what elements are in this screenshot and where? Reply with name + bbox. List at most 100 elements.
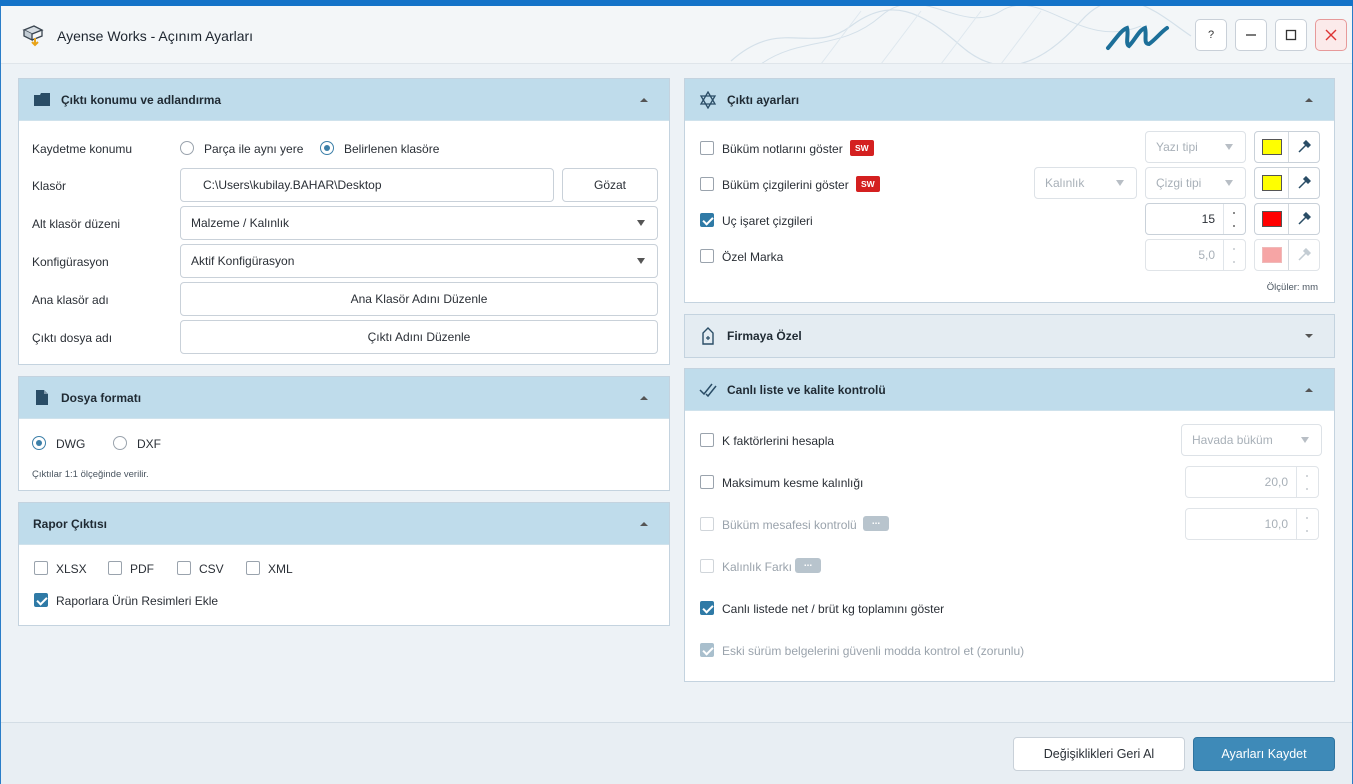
live-list-header[interactable]: Canlı liste ve kalite kontrolü: [685, 369, 1334, 411]
close-button[interactable]: [1315, 19, 1347, 51]
separator: [1288, 132, 1289, 162]
output-location-title: Çıktı konumu ve adlandırma: [61, 92, 222, 107]
dropdown-arrow-icon: [637, 258, 645, 264]
report-output-panel: Rapor Çıktısı XLSX PDF CSV XML Raporlara…: [18, 502, 670, 626]
live-list-panel: Canlı liste ve kalite kontrolü K faktörl…: [684, 368, 1335, 682]
k-factor-label: K faktörlerini hesapla: [722, 434, 835, 448]
tip-marks-color-picker[interactable]: [1254, 203, 1320, 235]
folder-path-input[interactable]: C:\Users\kubilay.BAHAR\Desktop: [180, 168, 554, 202]
separator: [1288, 204, 1289, 234]
radio-specified-folder[interactable]: [320, 141, 334, 155]
star-of-david-icon: [699, 90, 717, 109]
stepper-arrows-icon[interactable]: [1223, 204, 1245, 234]
output-location-header[interactable]: Çıktı konumu ve adlandırma: [19, 79, 669, 121]
bend-lines-color-picker[interactable]: [1254, 167, 1320, 199]
csv-label: CSV: [199, 562, 224, 576]
main-folder-label: Ana klasör adı: [32, 293, 109, 307]
tip-marks-label: Uç işaret çizgileri: [722, 214, 813, 228]
maximize-button[interactable]: [1275, 19, 1307, 51]
thickness-select[interactable]: Kalınlık: [1034, 167, 1137, 199]
max-cut-stepper[interactable]: 20,0: [1185, 466, 1319, 498]
color-swatch: [1262, 211, 1282, 227]
help-icon: ?: [1207, 29, 1215, 41]
checkbox-add-images[interactable]: [34, 593, 48, 607]
double-check-icon: [699, 381, 717, 399]
checkbox-max-cut[interactable]: [700, 475, 714, 489]
bend-distance-options-button[interactable]: ...: [863, 516, 889, 531]
checkbox-bend-notes[interactable]: [700, 141, 714, 155]
color-swatch: [1262, 247, 1282, 263]
radio-same-place[interactable]: [180, 141, 194, 155]
checkbox-csv[interactable]: [177, 561, 191, 575]
minimize-icon: [1246, 34, 1256, 36]
maximize-icon: [1285, 29, 1297, 41]
thickness-diff-options-button[interactable]: ...: [795, 558, 821, 573]
tip-marks-stepper[interactable]: 15: [1145, 203, 1246, 235]
checkbox-xlsx[interactable]: [34, 561, 48, 575]
checkbox-tip-marks[interactable]: [700, 213, 714, 227]
radio-dxf[interactable]: [113, 436, 127, 450]
company-title: Firmaya Özel: [727, 329, 802, 343]
dropdown-arrow-icon: [1225, 180, 1233, 186]
checkbox-k-factor[interactable]: [700, 433, 714, 447]
config-select[interactable]: Aktif Konfigürasyon: [180, 244, 658, 278]
radio-same-place-label: Parça ile aynı yere: [204, 142, 304, 156]
output-settings-title: Çıktı ayarları: [727, 92, 800, 107]
output-settings-panel: Çıktı ayarları Büküm notlarını göster SW…: [684, 78, 1335, 303]
checkbox-thickness-diff[interactable]: [700, 559, 714, 573]
edit-output-name-button[interactable]: Çıktı Adını Düzenle: [180, 320, 658, 354]
xlsx-label: XLSX: [56, 562, 87, 576]
separator: [1288, 240, 1289, 270]
font-type-select[interactable]: Yazı tipi: [1145, 131, 1246, 163]
checkbox-legacy-check[interactable]: [700, 643, 714, 657]
file-format-header[interactable]: Dosya formatı: [19, 377, 669, 419]
checkbox-pdf[interactable]: [108, 561, 122, 575]
custom-mark-value: 5,0: [1198, 248, 1215, 262]
footer-bar: Değişiklikleri Geri Al Ayarları Kaydet: [1, 722, 1352, 784]
custom-mark-color-picker[interactable]: [1254, 239, 1320, 271]
live-list-title: Canlı liste ve kalite kontrolü: [727, 382, 886, 397]
legacy-check-label: Eski sürüm belgelerini güvenli modda kon…: [722, 644, 1025, 658]
close-icon: [1325, 29, 1337, 41]
company-header[interactable]: Firmaya Özel: [685, 315, 1334, 357]
brand-logo-icon: [1106, 25, 1169, 50]
checkbox-bend-distance[interactable]: [700, 517, 714, 531]
dropdown-arrow-icon: [1116, 180, 1124, 186]
line-type-select[interactable]: Çizgi tipi: [1145, 167, 1246, 199]
subfolder-value: Malzeme / Kalınlık: [191, 216, 290, 230]
help-button[interactable]: ?: [1195, 19, 1227, 51]
checkbox-custom-mark[interactable]: [700, 249, 714, 263]
minimize-button[interactable]: [1235, 19, 1267, 51]
bend-notes-color-picker[interactable]: [1254, 131, 1320, 163]
thickness-placeholder: Kalınlık: [1045, 176, 1085, 190]
report-output-header[interactable]: Rapor Çıktısı: [19, 503, 669, 545]
dropdown-arrow-icon: [1225, 144, 1233, 150]
edit-main-folder-button[interactable]: Ana Klasör Adını Düzenle: [180, 282, 658, 316]
radio-dxf-label: DXF: [137, 437, 161, 451]
stepper-arrows-icon[interactable]: [1296, 467, 1318, 497]
radio-dwg[interactable]: [32, 436, 46, 450]
browse-button[interactable]: Gözat: [562, 168, 658, 202]
checkbox-net-gross[interactable]: [700, 601, 714, 615]
folder-label: Klasör: [32, 179, 67, 193]
eyedropper-icon: [1298, 212, 1311, 225]
font-type-placeholder: Yazı tipi: [1156, 140, 1198, 154]
eyedropper-icon: [1298, 140, 1311, 153]
bend-distance-value: 10,0: [1264, 517, 1288, 531]
bend-distance-label: Büküm mesafesi kontrolü: [722, 518, 857, 532]
k-factor-select[interactable]: Havada büküm: [1181, 424, 1322, 456]
checkbox-bend-lines[interactable]: [700, 177, 714, 191]
stepper-arrows-icon[interactable]: [1223, 240, 1245, 270]
save-settings-button[interactable]: Ayarları Kaydet: [1193, 737, 1335, 771]
dropdown-arrow-icon: [1301, 437, 1309, 443]
checkbox-xml[interactable]: [246, 561, 260, 575]
max-cut-value: 20,0: [1264, 475, 1288, 489]
stepper-arrows-icon[interactable]: [1296, 509, 1318, 539]
output-settings-header[interactable]: Çıktı ayarları: [685, 79, 1334, 121]
expand-chevron-icon: [1305, 334, 1313, 338]
revert-changes-button[interactable]: Değişiklikleri Geri Al: [1013, 737, 1185, 771]
subfolder-select[interactable]: Malzeme / Kalınlık: [180, 206, 658, 240]
custom-mark-stepper[interactable]: 5,0: [1145, 239, 1246, 271]
collapse-chevron-icon: [640, 522, 648, 526]
bend-distance-stepper[interactable]: 10,0: [1185, 508, 1319, 540]
